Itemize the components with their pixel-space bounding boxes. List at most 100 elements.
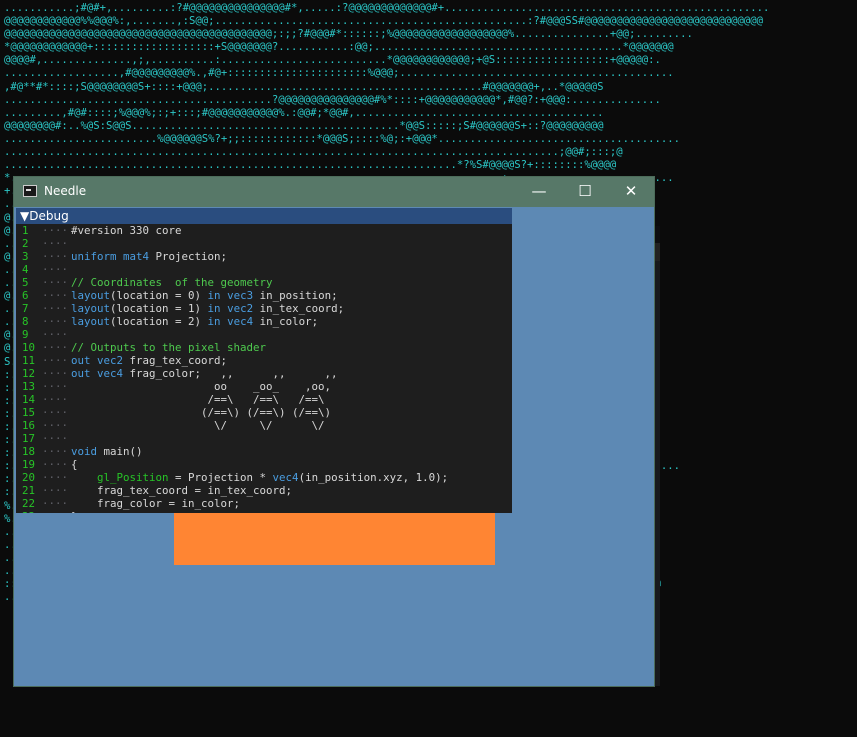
line-number: 1 bbox=[22, 224, 29, 237]
line-number: 19 bbox=[22, 458, 36, 471]
line-number: 17 bbox=[22, 432, 36, 445]
line-number: 12 bbox=[22, 367, 36, 380]
indent-guide: ···· bbox=[42, 497, 69, 510]
console-app-icon bbox=[23, 185, 37, 197]
line-number: 9 bbox=[22, 328, 29, 341]
line-number: 5 bbox=[22, 276, 29, 289]
line-number: 3 bbox=[22, 250, 29, 263]
line-number: 22 bbox=[22, 497, 36, 510]
code-text: out vec2 frag_tex_coord; bbox=[71, 354, 228, 367]
indent-guide: ···· bbox=[42, 263, 69, 276]
code-text: } bbox=[71, 510, 78, 513]
indent-guide: ···· bbox=[42, 510, 68, 513]
code-line[interactable]: 3 ···· uniform mat4 Projection; bbox=[16, 250, 512, 263]
code-line[interactable]: 19 ····{ bbox=[16, 458, 512, 471]
indent-guide: ···· bbox=[42, 406, 69, 419]
code-text: layout(location = 0) in vec3 in_position… bbox=[71, 289, 338, 302]
indent-guide: ···· bbox=[42, 250, 69, 263]
line-number: 21 bbox=[22, 484, 36, 497]
indent-guide: ···· bbox=[42, 237, 69, 250]
code-line[interactable]: 23····} bbox=[16, 510, 512, 513]
code-line[interactable]: 10 ····// Outputs to the pixel shader bbox=[16, 341, 512, 354]
window-titlebar[interactable]: Needle — ☐ ✕ bbox=[14, 177, 654, 207]
code-line[interactable]: 9 ···· bbox=[16, 328, 512, 341]
code-line[interactable]: 22 ···· frag_color = in_color; bbox=[16, 497, 512, 510]
line-number: 2 bbox=[22, 237, 29, 250]
code-text: out vec4 frag_color; ,, ,, ,, bbox=[71, 367, 338, 380]
close-button[interactable]: ✕ bbox=[608, 177, 654, 205]
line-number: 23 bbox=[22, 510, 40, 513]
code-line[interactable]: 8 ···· layout(location = 2) in vec4 in_col… bbox=[16, 315, 512, 328]
code-line[interactable]: 16 ···· \/ \/ \/ bbox=[16, 419, 512, 432]
indent-guide: ···· bbox=[42, 302, 69, 315]
code-text: (/==\) (/==\) (/==\) bbox=[71, 406, 332, 419]
code-text: frag_color = in_color; bbox=[71, 497, 241, 510]
line-number: 20 bbox=[22, 471, 36, 484]
line-number: 13 bbox=[22, 380, 36, 393]
code-text: uniform mat4 Projection; bbox=[71, 250, 228, 263]
code-line[interactable]: 7 ···· layout(location = 1) in vec2 in_tex… bbox=[16, 302, 512, 315]
code-line[interactable]: 20 ···· gl_Position = Projection * vec4(i… bbox=[16, 471, 512, 484]
line-number: 7 bbox=[22, 302, 29, 315]
debug-panel-title: Debug bbox=[29, 209, 69, 223]
code-line[interactable]: 4 ···· bbox=[16, 263, 512, 276]
code-line[interactable]: 18 ···· void main() bbox=[16, 445, 512, 458]
code-text: void main() bbox=[71, 445, 143, 458]
code-text: oo _oo_ ,oo, bbox=[71, 380, 332, 393]
indent-guide: ···· bbox=[42, 458, 69, 471]
collapse-arrow-icon[interactable]: ▼ bbox=[20, 209, 29, 223]
code-text: #version 330 core bbox=[71, 224, 182, 237]
line-number: 4 bbox=[22, 263, 29, 276]
window-title: Needle bbox=[44, 184, 87, 198]
indent-guide: ···· bbox=[42, 471, 69, 484]
debug-panel: ▼Debug 1 ···· #version 330 core 2 ···· 3 ···· u… bbox=[16, 208, 512, 513]
indent-guide: ···· bbox=[42, 289, 69, 302]
line-number: 8 bbox=[22, 315, 29, 328]
code-line[interactable]: 15 ···· (/==\) (/==\) (/==\) bbox=[16, 406, 512, 419]
code-text: { bbox=[71, 458, 78, 471]
code-text: frag_tex_coord = in_tex_coord; bbox=[71, 484, 293, 497]
indent-guide: ···· bbox=[42, 276, 69, 289]
code-text: gl_Position = Projection * vec4(in_posit… bbox=[97, 471, 449, 484]
code-line[interactable]: 5 ····// Coordinates of the geometry bbox=[16, 276, 512, 289]
code-line[interactable]: 12 ···· out vec4 frag_color; ,, ,, ,, bbox=[16, 367, 512, 380]
code-text: // Outputs to the pixel shader bbox=[71, 341, 267, 354]
code-line[interactable]: 21 ···· frag_tex_coord = in_tex_coord; bbox=[16, 484, 512, 497]
debug-panel-header[interactable]: ▼Debug bbox=[16, 208, 512, 224]
indent-guide: ···· bbox=[42, 393, 69, 406]
needle-window: Needle — ☐ ✕ ▼Debug 1 ···· #version 330 co… bbox=[13, 176, 655, 687]
code-line[interactable]: 11 ···· out vec2 frag_tex_coord; bbox=[16, 354, 512, 367]
code-text: \/ \/ \/ bbox=[71, 419, 325, 432]
line-number: 16 bbox=[22, 419, 36, 432]
minimize-button[interactable]: — bbox=[516, 177, 562, 205]
code-line[interactable]: 13 ···· oo _oo_ ,oo, bbox=[16, 380, 512, 393]
indent-guide: ···· bbox=[42, 419, 69, 432]
code-text: layout(location = 1) in vec2 in_tex_coor… bbox=[71, 302, 345, 315]
line-number: 6 bbox=[22, 289, 29, 302]
indent-guide: ···· bbox=[42, 484, 69, 497]
code-line[interactable]: 1 ···· #version 330 core bbox=[16, 224, 512, 237]
indent-guide: ···· bbox=[42, 315, 69, 328]
code-line[interactable]: 17 ···· bbox=[16, 432, 512, 445]
line-number: 10 bbox=[22, 341, 36, 354]
indent-guide: ···· bbox=[42, 354, 69, 367]
code-text: // Coordinates of the geometry bbox=[71, 276, 273, 289]
line-number: 18 bbox=[22, 445, 36, 458]
indent-guide: ···· bbox=[42, 445, 69, 458]
code-line[interactable]: 6 ···· layout(location = 0) in vec3 in_pos… bbox=[16, 289, 512, 302]
code-line[interactable]: 14 ···· /==\ /==\ /==\ bbox=[16, 393, 512, 406]
code-line[interactable]: 2 ···· bbox=[16, 237, 512, 250]
indent-guide: ···· bbox=[42, 224, 69, 237]
rendered-quad bbox=[174, 507, 495, 565]
code-text: /==\ /==\ /==\ bbox=[71, 393, 325, 406]
line-number: 15 bbox=[22, 406, 36, 419]
line-number: 14 bbox=[22, 393, 36, 406]
code-text: layout(location = 2) in vec4 in_color; bbox=[71, 315, 319, 328]
line-number: 11 bbox=[22, 354, 36, 367]
indent-guide: ···· bbox=[42, 432, 69, 445]
maximize-button[interactable]: ☐ bbox=[562, 177, 608, 205]
shader-code-editor[interactable]: 1 ···· #version 330 core 2 ···· 3 ···· uniform … bbox=[16, 224, 512, 513]
indent-guide: ···· bbox=[42, 341, 69, 354]
indent-guide: ···· bbox=[42, 328, 69, 341]
indent-guide: ···· bbox=[42, 380, 69, 393]
